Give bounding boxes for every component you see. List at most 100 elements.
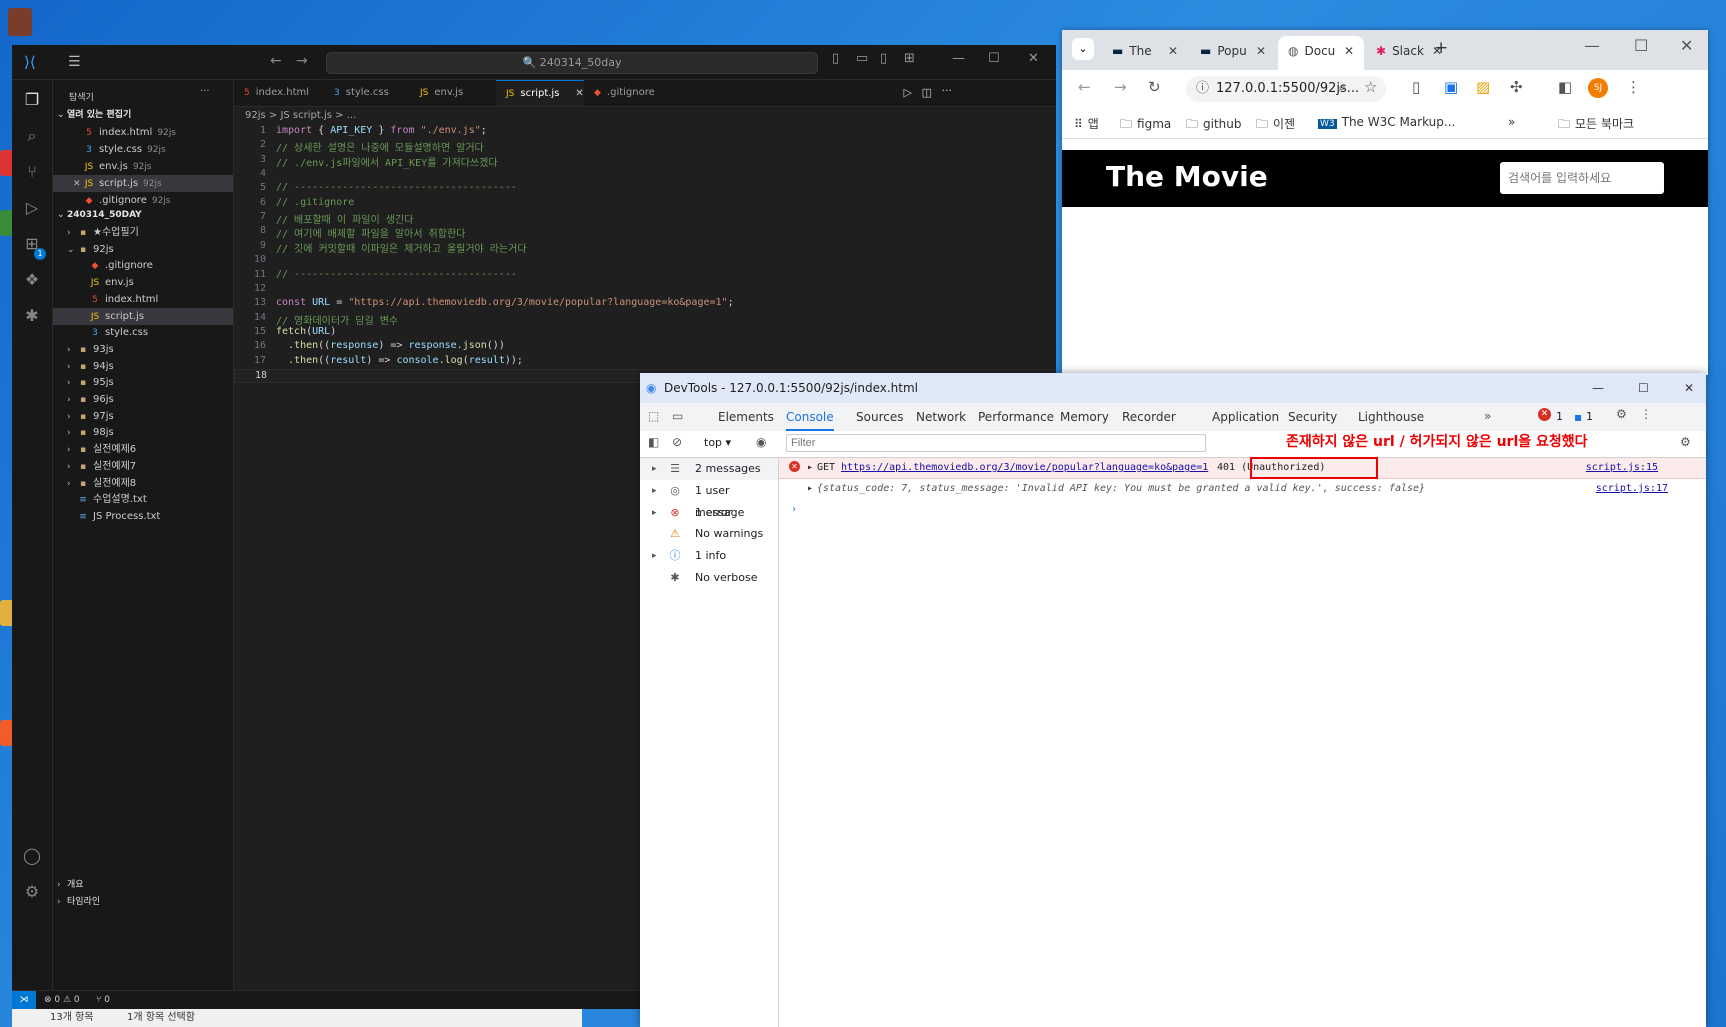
editor-tab[interactable]: 5 index.html [234, 80, 324, 106]
error-message-row[interactable]: ✕ ▸ GET https://api.themoviedb.org/3/mov… [779, 458, 1706, 479]
chevron-icon[interactable]: › [67, 359, 77, 376]
sidebar-toggle-icon[interactable]: ◧ [648, 435, 659, 449]
ports-status[interactable]: ⑂ 0 [96, 991, 110, 1009]
code-line[interactable]: 3 // ./env.js파일에서 API_KEY를 가져다쓰겠다 [234, 154, 1056, 169]
devtools-tab-lighthouse[interactable]: Lighthouse [1358, 403, 1424, 431]
close-icon[interactable]: ✕ [73, 176, 83, 193]
console-filter-input[interactable] [786, 434, 1206, 452]
customize-menu-icon[interactable]: ⋮ [1640, 407, 1652, 421]
folder-item[interactable]: › ▪ 94js [53, 358, 233, 375]
minimize-button[interactable]: — [1584, 36, 1600, 55]
remote-explorer-icon[interactable]: ✱ [22, 306, 42, 326]
close-tab-icon[interactable]: ✕ [575, 88, 583, 99]
error-count-icon[interactable]: ✕ [1538, 408, 1551, 421]
console-sidebar-item[interactable]: ▸ ☰ 2 messages [640, 458, 778, 480]
settings-gear-icon[interactable]: ⚙ [22, 882, 42, 902]
browser-tab[interactable]: ▬ The ✕ [1102, 36, 1188, 70]
live-expression-eye-icon[interactable]: ◉ [756, 435, 766, 449]
explorer-icon[interactable]: ❐ [22, 90, 42, 110]
folder-item[interactable]: › ▪ ★수업필기 [53, 224, 233, 241]
chevron-icon[interactable]: › [67, 476, 77, 493]
file-item[interactable]: JS env.js [53, 274, 233, 291]
movie-search-input[interactable]: 검색어를 입력하세요 [1500, 162, 1664, 194]
settings-gear-icon[interactable]: ⚙ [1616, 407, 1627, 421]
code-line[interactable]: 13 const URL = "https://api.themoviedb.or… [234, 297, 1056, 311]
log-source-link[interactable]: script.js:17 [1596, 483, 1668, 494]
maximize-button[interactable]: ☐ [1634, 36, 1648, 55]
remote-icon[interactable]: ⋊ [12, 991, 36, 1009]
info-count[interactable]: 1 [1586, 403, 1593, 431]
code-line[interactable]: 7 // 배포할때 이 파일이 생긴다 [234, 211, 1056, 226]
expand-arrow-icon[interactable]: ▸ [652, 458, 657, 480]
code-line[interactable]: 11 // -----------------------------------… [234, 269, 1056, 283]
forward-icon[interactable]: → [1114, 78, 1127, 96]
chevron-icon[interactable]: › [67, 409, 77, 426]
editor-tab[interactable]: JS script.js ✕ [496, 80, 584, 106]
open-editor-item[interactable]: 5 index.html 92js [53, 124, 233, 141]
bookmark-item[interactable]: 🗀 figma [1120, 115, 1171, 136]
chevron-icon[interactable]: › [67, 442, 77, 459]
close-button[interactable]: ✕ [1684, 373, 1694, 403]
timeline-section[interactable]: › 타임라인 [53, 894, 233, 911]
toggle-sidebar-icon[interactable]: ▯ [832, 51, 839, 66]
log-message-row[interactable]: ▸ {status_code: 7, status_message: 'Inva… [779, 479, 1706, 499]
reload-icon[interactable]: ↻ [1148, 78, 1161, 96]
side-panel-icon[interactable]: ◧ [1558, 78, 1572, 96]
console-settings-icon[interactable]: ⚙ [1680, 435, 1691, 449]
folder-item[interactable]: › ▪ 실전예제8 [53, 475, 233, 492]
devtools-tab-sources[interactable]: Sources [856, 403, 903, 431]
code-line[interactable]: 2 // 상세한 설명은 나중에 모듈설명하면 알거다 [234, 139, 1056, 154]
chevron-icon[interactable]: › [67, 392, 77, 409]
open-editor-item[interactable]: 3 style.css 92js [53, 141, 233, 158]
bookmark-item[interactable]: 🗀 이젠 [1256, 115, 1295, 136]
file-item[interactable]: ≡ JS Process.txt [53, 508, 233, 525]
minimize-button[interactable]: — [952, 51, 965, 66]
code-line[interactable]: 5 // ------------------------------------… [234, 182, 1056, 196]
folder-item[interactable]: › ▪ 98js [53, 424, 233, 441]
file-item[interactable]: JS script.js [53, 307, 233, 325]
bookmark-item[interactable]: ⠿ 앱 [1074, 115, 1099, 132]
code-line[interactable]: 10 [234, 254, 1056, 268]
chevron-icon[interactable]: › [67, 225, 77, 242]
error-source-link[interactable]: script.js:15 [1586, 462, 1658, 473]
extensions-puzzle-icon[interactable]: ✣ [1510, 78, 1523, 96]
expand-arrow-icon[interactable]: ▸ [652, 480, 657, 502]
expand-arrow-icon[interactable]: ▸ [807, 462, 813, 473]
code-line[interactable]: 16 .then((response) => response.json()) [234, 340, 1056, 354]
editor-tab[interactable]: 3 style.css [324, 80, 410, 106]
bookmark-item[interactable]: 🗀 github [1186, 115, 1242, 136]
console-sidebar-item[interactable]: ▸ ⊗ 1 error [640, 502, 778, 524]
devtools-tab-memory[interactable]: Memory [1060, 403, 1109, 431]
search-icon[interactable]: ⌕ [22, 126, 42, 146]
editor-tab[interactable]: ◆ .gitignore [584, 80, 684, 106]
site-info-icon[interactable]: ⓘ [1196, 76, 1209, 102]
folder-item[interactable]: › ▪ 95js [53, 374, 233, 391]
more-tabs-icon[interactable]: » [1484, 409, 1491, 423]
close-tab-icon[interactable]: ✕ [1256, 36, 1266, 66]
request-url-link[interactable]: https://api.themoviedb.org/3/movie/popul… [841, 462, 1208, 473]
file-item[interactable]: ≡ 수업설명.txt [53, 491, 233, 508]
command-center-search[interactable]: 🔍 240314_50day [326, 52, 818, 74]
browser-tab[interactable]: ◍ Docu ✕ [1278, 36, 1364, 70]
minimize-button[interactable]: — [1592, 373, 1604, 403]
back-arrow-icon[interactable]: ← [270, 53, 282, 69]
customize-layout-icon[interactable]: ⊞ [904, 51, 915, 66]
console-prompt-icon[interactable]: › [791, 504, 797, 515]
extension-icon[interactable]: ▨ [1476, 78, 1490, 96]
device-icon[interactable]: ▯ [1412, 78, 1420, 96]
maximize-button[interactable]: ☐ [1638, 373, 1649, 403]
file-item[interactable]: 3 style.css [53, 324, 233, 341]
outline-section[interactable]: › 개요 [53, 877, 233, 894]
code-line[interactable]: 9 // 깃에 커밋할때 이파일은 제거하고 올릴거야 라는거다 [234, 240, 1056, 255]
editor-tab[interactable]: JS env.js [410, 80, 496, 106]
inspect-element-icon[interactable]: ⬚ [648, 409, 659, 423]
info-count-icon[interactable]: ▪ [1574, 403, 1582, 431]
expand-arrow-icon[interactable]: ▸ [652, 502, 657, 524]
folder-item[interactable]: › ▪ 97js [53, 408, 233, 425]
tab-search-icon[interactable]: ⌄ [1072, 38, 1094, 60]
folder-item[interactable]: › ▪ 실전예제6 [53, 441, 233, 458]
chevron-icon[interactable]: › [67, 375, 77, 392]
chevron-icon[interactable]: › [67, 459, 77, 476]
console-sidebar-item[interactable]: ▸ ⓘ 1 info [640, 545, 778, 567]
more-actions-icon[interactable]: ··· [942, 84, 953, 97]
